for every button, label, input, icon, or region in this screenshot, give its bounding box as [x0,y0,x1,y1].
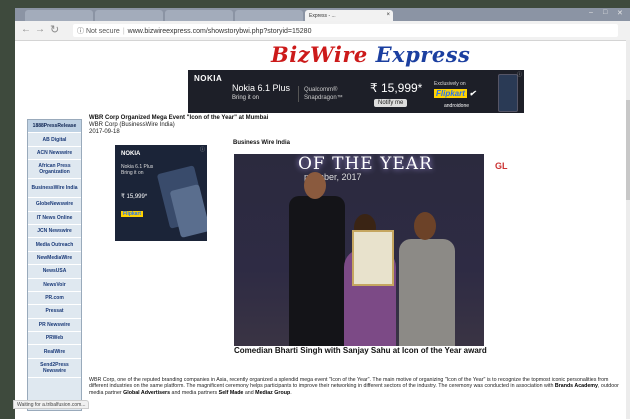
site-logo[interactable]: BizWire Express [271,42,470,67]
ad-store: Flipkart ✔ [434,89,476,98]
ad-info-icon[interactable]: ⓘ [200,146,205,153]
not-secure-label: Not secure [85,28,120,35]
ad-info-icon[interactable]: ⓘ [517,71,522,78]
person-figure [399,239,455,346]
ad-exclusive: Exclusively on [434,81,466,87]
ad-brand: NOKIA [194,74,223,83]
sidebar-link[interactable]: PRWeb [28,332,81,346]
ad-price: ₹ 15,999* [370,81,423,95]
browser-tab[interactable] [25,10,93,21]
photo-signage: OF THE YEAR [298,154,433,174]
article-photo: OF THE YEAR ptember, 2017 [234,154,484,346]
sidebar-link[interactable]: PR.com [28,292,81,306]
tab-bar: Express - ... × – □ ✕ [15,8,630,21]
address-bar: ← → ↻ ⓘ Not secure | www.bizwireexpress.co… [15,21,630,41]
sidebar-link[interactable]: GlobeNewswire [28,198,81,212]
browser-tab[interactable] [235,10,303,21]
sidebar-link[interactable]: NewsVoir [28,279,81,292]
photo-caption: Comedian Bharti Singh with Sanjay Sahu a… [234,346,487,355]
close-tab-icon[interactable]: × [386,12,390,18]
forward-icon[interactable]: → [35,24,45,35]
ad-model: Nokia 6.1 Plus [232,83,291,93]
page-scrollbar[interactable] [626,40,630,419]
award-certificate [352,230,394,286]
browser-tab-active[interactable]: Express - ... × [305,10,393,21]
ad-phone-image [498,74,518,112]
sidebar-link[interactable]: NewsUSA [28,265,81,279]
sidebar-link[interactable]: Send2Press Newswire [28,359,81,378]
browser-tab[interactable] [95,10,163,21]
url-text: www.bizwireexpress.com/showstorybwi.php?… [127,28,312,35]
back-icon[interactable]: ← [21,24,31,35]
ad-tagline: Bring it on [232,95,260,101]
photo-right-text: GL [495,161,508,171]
sidebar-link[interactable]: Pressat [28,305,81,319]
url-field[interactable]: ⓘ Not secure | www.bizwireexpress.com/show… [73,24,618,37]
browser-tab[interactable] [165,10,233,21]
close-window-icon[interactable]: ✕ [617,9,623,17]
sidebar-link[interactable]: BusinessWire India [28,179,81,199]
newswire-sidebar: 1888PressRelease AB Digital ACN Newswire Af… [27,119,82,411]
browser-window: Express - ... × – □ ✕ ← → ↻ ⓘ Not secure… [15,8,630,419]
article-title: WBR Corp Organized Mega Event "Icon of t… [89,115,269,121]
ad-notify-button[interactable]: Notify me [374,99,408,107]
sidebar-link[interactable]: NewMediaWire [28,252,81,266]
person-figure [304,172,326,199]
sidebar-link[interactable]: JCN Newswire [28,225,81,239]
article-date: 2017-09-18 [89,129,120,135]
sidebar-link[interactable]: RealWire [28,345,81,359]
sidebar-link[interactable]: African Press Organization [28,160,81,180]
ad-banner[interactable]: NOKIA Nokia 6.1 Plus Bring it on Qualcom… [188,70,524,113]
maximize-icon[interactable]: □ [603,9,607,16]
article-header: WBR Corp Organized Mega Event "Icon of t… [89,115,620,136]
sidebar-link[interactable]: 1888PressRelease [28,120,81,134]
person-figure [289,196,345,346]
info-icon[interactable]: ⓘ [77,28,84,35]
article-dateline: Business Wire India [233,140,290,146]
sidebar-link[interactable]: IT News Online [28,212,81,225]
article-body: WBR Corp, one of the reputed branding co… [89,377,619,396]
side-ad[interactable]: NOKIA Nokia 6.1 Plus Bring it on ₹ 15,99… [115,145,207,241]
minimize-icon[interactable]: – [589,9,593,16]
reload-icon[interactable]: ↻ [50,23,59,36]
scroll-thumb[interactable] [626,100,630,200]
ad-chip: Qualcomm® Snapdragon™ [298,86,343,102]
sidebar-link[interactable]: AB Digital [28,133,81,147]
ad-os: androidone [444,103,470,109]
sidebar-link[interactable]: Media Outreach [28,238,81,252]
sidebar-link[interactable]: ACN Newswire [28,147,81,161]
status-bar: Waiting for a.tribalfusion.com... [13,400,90,409]
article-source: WBR Corp (BusinessWire India) [89,122,175,128]
person-figure [414,212,436,240]
ad-phone-image [169,184,207,238]
sidebar-link[interactable]: PR Newswire [28,319,81,333]
